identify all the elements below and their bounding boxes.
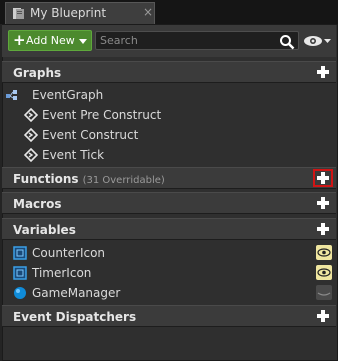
event-label: Event Pre Construct xyxy=(42,108,162,122)
event-node-icon xyxy=(24,108,38,122)
variable-row-game-manager[interactable]: GameManager xyxy=(2,283,336,303)
add-new-button[interactable]: + Add New xyxy=(8,30,92,51)
add-function-plus-icon[interactable] xyxy=(313,169,333,187)
event-node-icon xyxy=(24,128,38,142)
macros-header[interactable]: Macros xyxy=(2,192,336,214)
view-options-eye-icon[interactable] xyxy=(302,32,332,50)
add-new-label: Add New xyxy=(26,34,75,47)
search-input[interactable]: Search xyxy=(95,31,299,50)
chevron-down-icon xyxy=(79,39,87,44)
event-graph-icon xyxy=(6,90,17,100)
close-icon[interactable]: × xyxy=(143,5,153,19)
object-reference-icon xyxy=(13,246,27,260)
tab-my-blueprint[interactable]: My Blueprint × xyxy=(5,2,155,24)
eye-visible-icon[interactable] xyxy=(316,245,332,260)
add-event-dispatcher-plus-icon[interactable] xyxy=(315,308,331,324)
event-graph-label: EventGraph xyxy=(32,88,104,102)
search-icon[interactable] xyxy=(279,34,295,50)
variable-name: TimerIcon xyxy=(32,266,92,280)
event-dispatchers-header[interactable]: Event Dispatchers xyxy=(2,305,336,327)
variables-header[interactable]: Variables xyxy=(2,218,336,240)
object-variable-icon xyxy=(14,287,26,299)
object-reference-icon xyxy=(13,266,27,280)
variable-row-timer-icon[interactable]: TimerIcon xyxy=(2,263,336,283)
list-item-event-tick[interactable]: Event Tick xyxy=(2,145,336,165)
event-label: Event Tick xyxy=(42,148,105,162)
list-item-event-graph[interactable]: EventGraph xyxy=(2,85,336,105)
event-node-icon xyxy=(24,148,38,162)
graphs-header[interactable]: Graphs xyxy=(2,61,336,83)
add-graph-plus-icon[interactable] xyxy=(315,64,331,80)
plus-icon: + xyxy=(13,31,26,49)
variables-title: Variables xyxy=(13,223,76,237)
event-dispatchers-title: Event Dispatchers xyxy=(13,310,137,324)
list-item-event-construct[interactable]: Event Construct xyxy=(2,125,336,145)
event-label: Event Construct xyxy=(42,128,139,142)
variable-name: GameManager xyxy=(32,286,121,300)
tab-bar: My Blueprint × xyxy=(0,0,338,24)
add-macro-plus-icon[interactable] xyxy=(315,195,331,211)
blueprint-icon xyxy=(13,8,24,19)
eye-visible-icon[interactable] xyxy=(316,265,332,280)
functions-title-text: Functions xyxy=(13,172,79,186)
variable-row-counter-icon[interactable]: CounterIcon xyxy=(2,243,336,263)
graphs-title: Graphs xyxy=(13,66,62,80)
add-variable-plus-icon[interactable] xyxy=(315,221,331,237)
eye-hidden-icon[interactable] xyxy=(316,285,332,300)
macros-title: Macros xyxy=(13,197,62,211)
functions-header[interactable]: Functions (31 Overridable) xyxy=(2,167,336,189)
functions-overridable-count: (31 Overridable) xyxy=(82,175,165,186)
toolbar: + Add New Search xyxy=(2,25,336,57)
tab-title: My Blueprint xyxy=(30,6,107,20)
search-placeholder: Search xyxy=(100,34,138,47)
functions-title: Functions (31 Overridable) xyxy=(13,172,165,186)
list-item-event-pre-construct[interactable]: Event Pre Construct xyxy=(2,105,336,125)
variable-name: CounterIcon xyxy=(32,246,106,260)
